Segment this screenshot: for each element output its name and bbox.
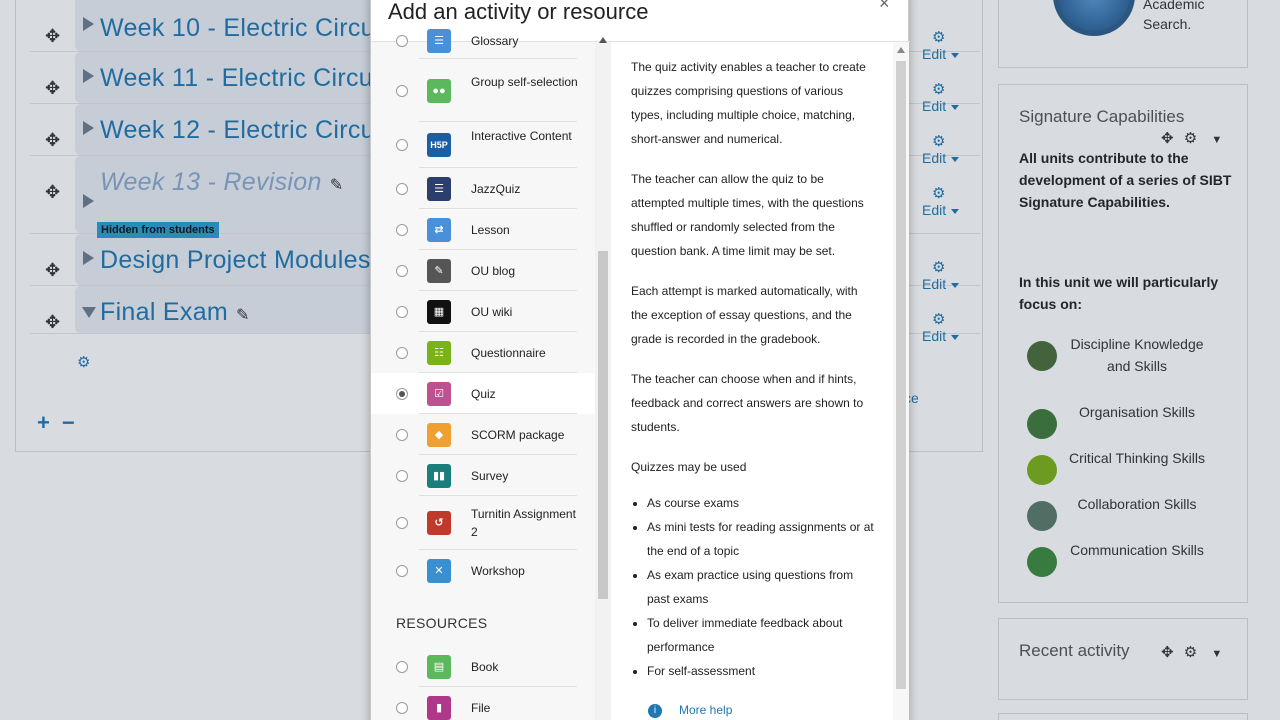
book-icon: ▤ bbox=[427, 654, 451, 679]
option-radio[interactable] bbox=[396, 305, 408, 318]
option-radio[interactable] bbox=[396, 428, 408, 441]
quiz-icon: ☑ bbox=[427, 381, 451, 406]
h5p-icon: H5P bbox=[427, 133, 451, 157]
option-label: Lesson bbox=[471, 222, 510, 237]
activity-option-ou-wiki[interactable]: ▦ OU wiki bbox=[371, 291, 595, 332]
wiki-icon: ▦ bbox=[427, 299, 451, 324]
option-radio[interactable] bbox=[396, 264, 408, 277]
option-radio[interactable] bbox=[396, 84, 408, 97]
option-label: Questionnaire bbox=[471, 345, 546, 360]
description-paragraph: Each attempt is marked automatically, wi… bbox=[631, 284, 858, 346]
group-icon: ●● bbox=[427, 78, 451, 103]
quiz-use-item: To deliver immediate feedback about perf… bbox=[647, 611, 876, 659]
quiz-use-item: As course exams bbox=[647, 491, 876, 515]
activity-option-workshop[interactable]: ✕ Workshop bbox=[371, 550, 595, 591]
activity-option-turnitin-assignment-2[interactable]: ↺ Turnitin Assignment 2 bbox=[371, 496, 595, 550]
option-label: Turnitin Assignment 2 bbox=[471, 507, 576, 539]
activity-option-survey[interactable]: ▮▮ Survey bbox=[371, 455, 595, 496]
file-icon: ▮ bbox=[427, 695, 451, 720]
blog-icon: ✎ bbox=[427, 258, 451, 283]
option-radio[interactable] bbox=[396, 517, 408, 529]
activity-option-jazzquiz[interactable]: ☰ JazzQuiz bbox=[371, 168, 595, 209]
activity-option-scorm-package[interactable]: ◆ SCORM package bbox=[371, 414, 595, 455]
glossary-icon: ☰ bbox=[427, 28, 451, 53]
info-icon[interactable]: i bbox=[648, 704, 662, 718]
list-icon: ☰ bbox=[427, 176, 451, 201]
description-paragraph: The quiz activity enables a teacher to c… bbox=[631, 60, 866, 146]
activity-option-interactive-content[interactable]: H5P Interactive Content bbox=[371, 122, 595, 168]
description-paragraph: The teacher can allow the quiz to be att… bbox=[631, 172, 864, 258]
option-radio[interactable] bbox=[396, 346, 408, 359]
options-scrollbar-thumb[interactable] bbox=[598, 251, 608, 599]
option-label: Interactive Content bbox=[471, 129, 572, 143]
activity-option-glossary[interactable]: ☰ Glossary bbox=[371, 22, 595, 59]
option-radio[interactable] bbox=[396, 34, 408, 47]
option-radio[interactable] bbox=[396, 564, 408, 577]
close-icon[interactable]: × bbox=[879, 0, 890, 14]
add-activity-dialog: Add an activity or resource × ☰ Glossary ●… bbox=[370, 0, 910, 720]
description-paragraph: The teacher can choose when and if hints… bbox=[631, 372, 864, 434]
option-label: Survey bbox=[471, 468, 509, 483]
description-scrollbar-thumb[interactable] bbox=[896, 61, 906, 689]
quiz-use-item: As mini tests for reading assignments or… bbox=[647, 515, 876, 563]
option-label: Workshop bbox=[471, 563, 525, 578]
questionnaire-icon: ☷ bbox=[427, 340, 451, 365]
option-label: Quiz bbox=[471, 386, 496, 401]
activity-option-lesson[interactable]: ⇄ Lesson bbox=[371, 209, 595, 250]
activity-option-ou-blog[interactable]: ✎ OU blog bbox=[371, 250, 595, 291]
quiz-use-item: For self-assessment bbox=[647, 659, 876, 683]
activity-description: The quiz activity enables a teacher to c… bbox=[631, 55, 876, 683]
turnitin-icon: ↺ bbox=[427, 511, 451, 535]
option-radio[interactable] bbox=[396, 469, 408, 482]
option-radio[interactable] bbox=[396, 701, 408, 714]
survey-icon: ▮▮ bbox=[427, 463, 451, 488]
activity-option-book[interactable]: ▤ Book bbox=[371, 646, 595, 687]
scroll-up-arrow-icon[interactable] bbox=[599, 37, 607, 43]
option-label: Group self-selection bbox=[471, 74, 578, 89]
workshop-icon: ✕ bbox=[427, 558, 451, 583]
option-label: Book bbox=[471, 659, 499, 674]
option-radio[interactable] bbox=[396, 387, 408, 400]
activity-option-quiz[interactable]: ☑ Quiz bbox=[371, 373, 595, 414]
quiz-use-item: As exam practice using questions from pa… bbox=[647, 563, 876, 611]
option-radio[interactable] bbox=[396, 223, 408, 236]
quiz-uses-list: As course examsAs mini tests for reading… bbox=[647, 491, 876, 683]
option-label: SCORM package bbox=[471, 427, 565, 442]
option-radio[interactable] bbox=[396, 182, 408, 195]
option-label: OU blog bbox=[471, 263, 516, 278]
description-paragraph: Quizzes may be used bbox=[631, 460, 747, 474]
option-label: OU wiki bbox=[471, 304, 513, 319]
activity-option-file[interactable]: ▮ File bbox=[371, 687, 595, 720]
option-label: JazzQuiz bbox=[471, 181, 521, 196]
resources-heading: RESOURCES bbox=[396, 615, 488, 631]
option-radio[interactable] bbox=[396, 139, 408, 151]
more-help-link[interactable]: More help bbox=[679, 703, 732, 717]
option-label: File bbox=[471, 700, 491, 715]
lesson-icon: ⇄ bbox=[427, 217, 451, 242]
option-label: Glossary bbox=[471, 33, 519, 48]
activity-options-list: ☰ Glossary ●● Group self-selection H5P Intera… bbox=[371, 28, 611, 720]
activity-option-group-self-selection[interactable]: ●● Group self-selection bbox=[371, 59, 595, 122]
option-radio[interactable] bbox=[396, 660, 408, 673]
scorm-icon: ◆ bbox=[427, 422, 451, 447]
scroll-up-arrow-icon[interactable] bbox=[897, 47, 905, 53]
activity-option-questionnaire[interactable]: ☷ Questionnaire bbox=[371, 332, 595, 373]
